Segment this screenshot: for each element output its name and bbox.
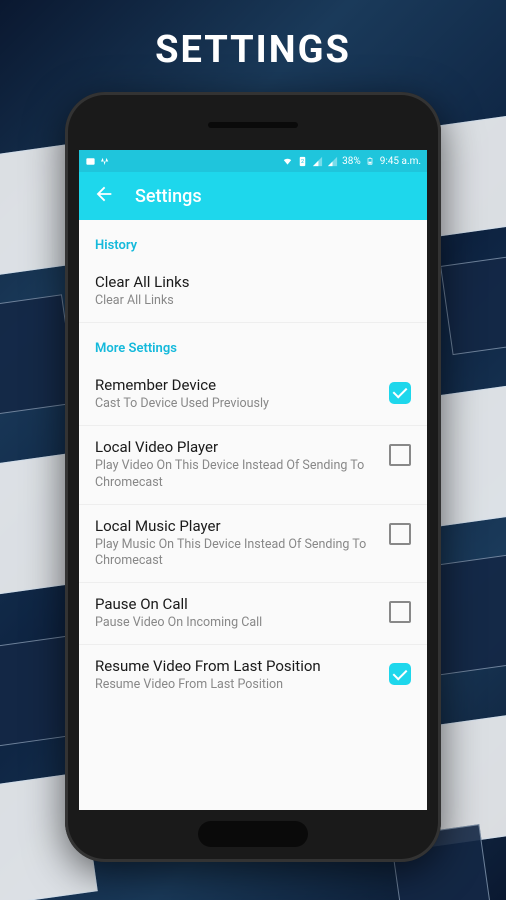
phone-home-button bbox=[198, 821, 308, 847]
phone-screen: 2 38% 9:45 a.m. Settings bbox=[79, 150, 427, 810]
item-title: Local Video Player bbox=[95, 438, 379, 456]
status-time: 9:45 a.m. bbox=[380, 156, 421, 167]
phone-speaker bbox=[208, 122, 298, 128]
section-header-history: History bbox=[79, 220, 427, 261]
section-header-more: More Settings bbox=[79, 323, 427, 364]
signal-icon bbox=[312, 156, 323, 167]
picture-icon bbox=[85, 156, 96, 167]
checkbox-remember-device[interactable] bbox=[389, 382, 411, 404]
settings-content: History Clear All Links Clear All Links … bbox=[79, 220, 427, 810]
item-subtitle: Play Music On This Device Instead Of Sen… bbox=[95, 537, 379, 571]
checkbox-resume-video[interactable] bbox=[389, 663, 411, 685]
checkbox-pause-on-call[interactable] bbox=[389, 601, 411, 623]
item-title: Clear All Links bbox=[95, 273, 401, 291]
svg-text:2: 2 bbox=[301, 158, 304, 164]
back-arrow-icon[interactable] bbox=[93, 183, 115, 209]
app-bar-title: Settings bbox=[135, 186, 202, 207]
item-resume-video[interactable]: Resume Video From Last Position Resume V… bbox=[79, 645, 427, 706]
item-subtitle: Play Video On This Device Instead Of Sen… bbox=[95, 458, 379, 492]
page-heading: SETTINGS bbox=[0, 0, 506, 92]
checkbox-local-video-player[interactable] bbox=[389, 444, 411, 466]
item-pause-on-call[interactable]: Pause On Call Pause Video On Incoming Ca… bbox=[79, 583, 427, 645]
item-clear-all-links[interactable]: Clear All Links Clear All Links bbox=[79, 261, 427, 323]
activity-icon bbox=[100, 156, 111, 167]
phone-frame: 2 38% 9:45 a.m. Settings bbox=[65, 92, 441, 862]
wifi-icon bbox=[282, 156, 293, 167]
item-subtitle: Pause Video On Incoming Call bbox=[95, 615, 379, 632]
item-title: Remember Device bbox=[95, 376, 379, 394]
item-title: Resume Video From Last Position bbox=[95, 657, 379, 675]
item-remember-device[interactable]: Remember Device Cast To Device Used Prev… bbox=[79, 364, 427, 426]
signal-icon-2 bbox=[327, 156, 338, 167]
battery-percent: 38% bbox=[342, 156, 361, 167]
item-title: Pause On Call bbox=[95, 595, 379, 613]
sim-icon: 2 bbox=[297, 156, 308, 167]
item-local-music-player[interactable]: Local Music Player Play Music On This De… bbox=[79, 505, 427, 584]
item-title: Local Music Player bbox=[95, 517, 379, 535]
item-subtitle: Resume Video From Last Position bbox=[95, 677, 379, 694]
status-bar: 2 38% 9:45 a.m. bbox=[79, 150, 427, 172]
item-local-video-player[interactable]: Local Video Player Play Video On This De… bbox=[79, 426, 427, 505]
checkbox-local-music-player[interactable] bbox=[389, 523, 411, 545]
battery-icon bbox=[365, 156, 376, 167]
item-subtitle: Cast To Device Used Previously bbox=[95, 396, 379, 413]
app-bar: Settings bbox=[79, 172, 427, 220]
item-subtitle: Clear All Links bbox=[95, 293, 401, 310]
